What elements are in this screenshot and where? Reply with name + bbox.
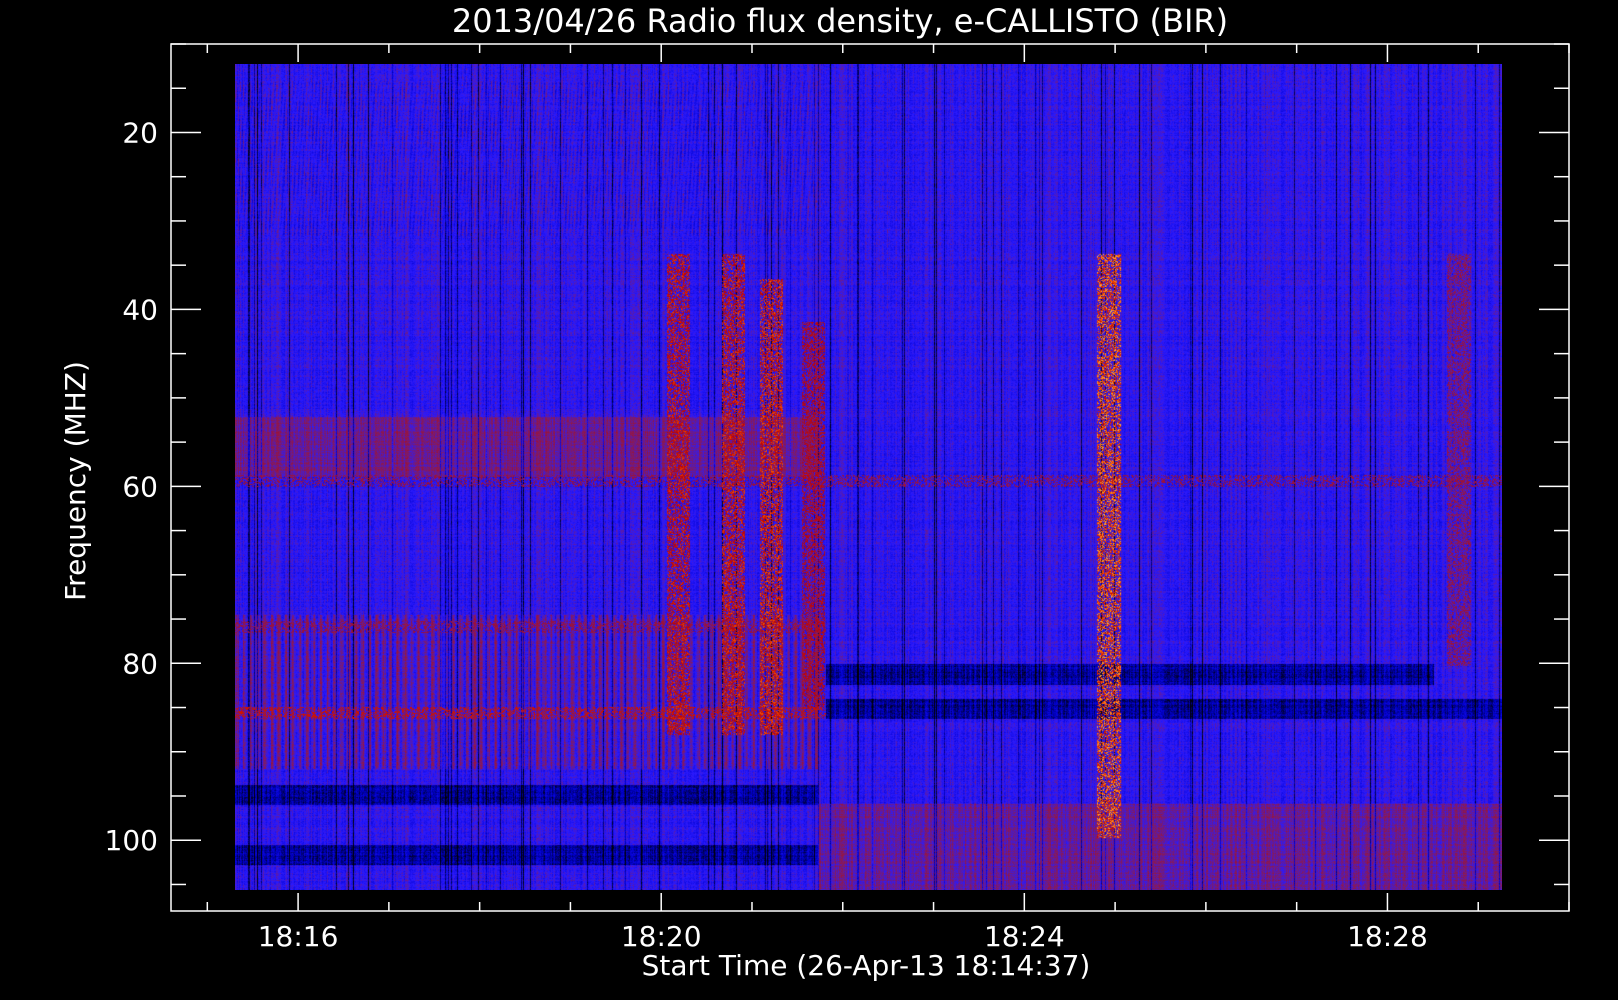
- spectrogram-chart: 2013/04/26 Radio flux density, e-CALLIST…: [0, 0, 1618, 1000]
- x-tick-label: 18:28: [1347, 920, 1428, 953]
- y-tick-label: 100: [105, 824, 158, 857]
- y-tick-label: 40: [122, 293, 158, 326]
- x-axis-label: Start Time (26-Apr-13 18:14:37): [642, 949, 1091, 982]
- y-axis-label: Frequency (MHZ): [59, 361, 92, 601]
- chart-title: 2013/04/26 Radio flux density, e-CALLIST…: [452, 2, 1228, 40]
- y-tick-label: 20: [122, 116, 158, 149]
- y-tick-label: 80: [122, 647, 158, 680]
- y-tick-label: 60: [122, 470, 158, 503]
- spectrogram-image-holder: [235, 64, 1502, 890]
- x-tick-label: 18:16: [258, 920, 339, 953]
- spectrogram-heatmap: [235, 64, 1502, 890]
